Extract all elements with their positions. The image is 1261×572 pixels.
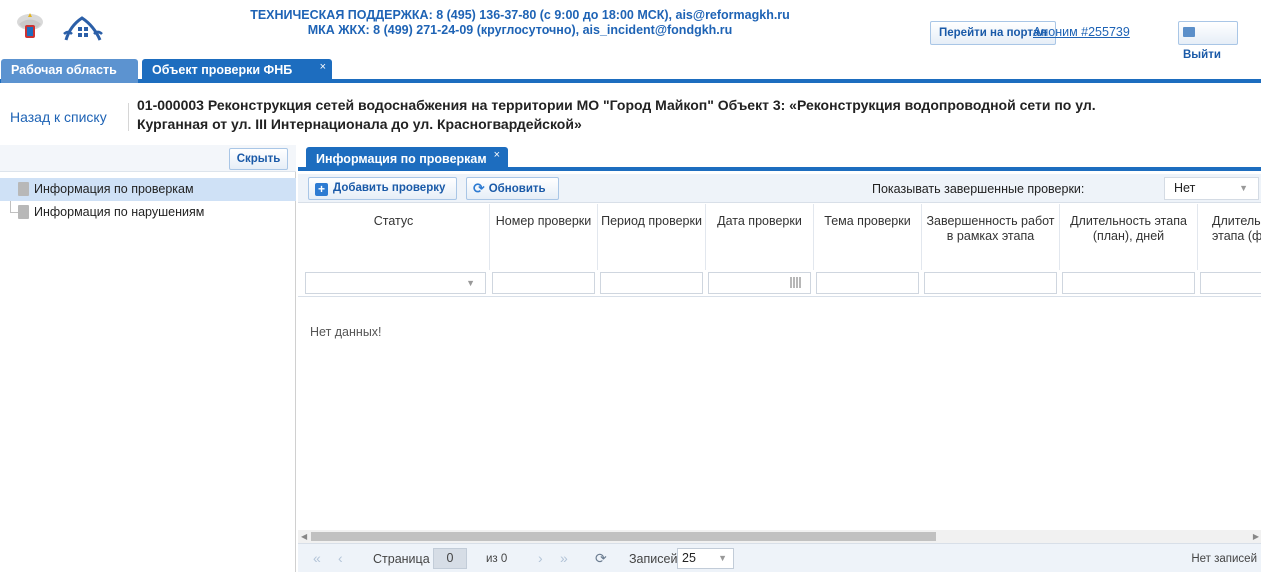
first-page-icon[interactable]: «	[313, 550, 321, 566]
user-link[interactable]: Аноним #255739	[1033, 25, 1130, 39]
workspace-tabs: Рабочая область Объект проверки ФНБ ×	[0, 59, 1261, 83]
content-tabs: Информация по проверкам ×	[298, 145, 1261, 171]
next-page-icon[interactable]: ›	[538, 550, 543, 566]
object-title-line-1: 01-000003 Реконструкция сетей водоснабже…	[137, 97, 1096, 113]
close-icon[interactable]: ×	[320, 56, 326, 78]
tab-inspections-info-label: Информация по проверкам	[316, 152, 487, 166]
refresh-label: Обновить	[488, 183, 546, 195]
scroll-left-icon[interactable]: ◀	[301, 530, 307, 543]
records-per-page-value: 25	[682, 551, 696, 565]
tree-item-label: Информация по нарушениям	[34, 205, 205, 219]
chevron-down-icon: ▼	[718, 553, 727, 563]
tree-item-inspections[interactable]: Информация по проверкам	[0, 178, 296, 201]
column-header-completion[interactable]: Завершенность работ в рамках этапа	[922, 204, 1060, 270]
refresh-icon: ⟳	[473, 180, 485, 196]
document-icon	[18, 205, 29, 219]
page-label: Страница	[373, 552, 430, 566]
tab-inspections-info[interactable]: Информация по проверкам ×	[306, 147, 508, 171]
back-to-list-link[interactable]: Назад к списку	[10, 109, 107, 125]
column-header-status[interactable]: Статус	[298, 204, 490, 270]
last-page-icon[interactable]: »	[560, 550, 568, 566]
grid-toolbar: + Добавить проверку ⟳ Обновить Показывать …	[298, 174, 1261, 203]
object-title: 01-000003 Реконструкция сетей водоснабже…	[137, 96, 1247, 134]
hide-panel-button[interactable]: Скрыть	[229, 148, 288, 170]
support-contacts: ТЕХНИЧЕСКАЯ ПОДДЕРЖКА: 8 (495) 136-37-80…	[180, 8, 860, 38]
period-filter-input[interactable]	[600, 272, 703, 294]
tree-panel-header: Скрыть	[0, 145, 296, 172]
object-header: Назад к списку 01-000003 Реконструкция с…	[0, 87, 1261, 143]
page-count: из 0	[486, 553, 508, 565]
reload-icon[interactable]: ⟳	[595, 550, 607, 567]
support-line-2: МКА ЖКХ: 8 (499) 271-24-09 (круглосуточн…	[307, 23, 733, 37]
divider	[128, 103, 129, 131]
number-filter-input[interactable]	[492, 272, 595, 294]
tab-workspace[interactable]: Рабочая область	[1, 59, 138, 83]
tab-fnb-object[interactable]: Объект проверки ФНБ ×	[142, 59, 332, 83]
close-icon[interactable]: ×	[494, 143, 500, 167]
calendar-icon[interactable]	[790, 277, 802, 288]
show-completed-label: Показывать завершенные проверки:	[872, 182, 1085, 196]
status-filter-select[interactable]: ▼	[305, 272, 486, 294]
show-completed-select[interactable]: Нет ▼	[1164, 177, 1259, 200]
housing-fund-logo	[63, 16, 103, 41]
grid-header: Статус Номер проверки Период проверки Да…	[298, 204, 1261, 297]
pagination-bar: « ‹ Страница 0 из 0 › » ⟳ Записей: 25 ▼ …	[298, 543, 1261, 572]
records-per-page-select[interactable]: 25 ▼	[677, 548, 734, 569]
scroll-right-icon[interactable]: ▶	[1253, 530, 1259, 543]
tree-item-label: Информация по проверкам	[34, 182, 194, 196]
refresh-button[interactable]: ⟳ Обновить	[466, 177, 559, 200]
duration-plan-filter-input[interactable]	[1062, 272, 1195, 294]
add-inspection-label: Добавить проверку	[333, 182, 446, 194]
top-header: ТЕХНИЧЕСКАЯ ПОДДЕРЖКА: 8 (495) 136-37-80…	[0, 0, 1261, 61]
page-number-input[interactable]: 0	[433, 548, 467, 569]
column-header-number[interactable]: Номер проверки	[490, 204, 598, 270]
plus-icon: +	[315, 183, 328, 196]
horizontal-scrollbar[interactable]: ◀ ▶	[298, 530, 1261, 543]
scrollbar-thumb[interactable]	[311, 532, 936, 541]
column-header-period[interactable]: Период проверки	[598, 204, 706, 270]
topic-filter-input[interactable]	[816, 272, 919, 294]
column-header-topic[interactable]: Тема проверки	[814, 204, 922, 270]
logout-button[interactable]: Выйти	[1178, 21, 1238, 61]
object-title-line-2: Курганная от ул. III Интернационала до у…	[137, 116, 582, 132]
document-icon	[18, 182, 29, 196]
records-per-page-label: Записей:	[629, 552, 681, 566]
add-inspection-button[interactable]: + Добавить проверку	[308, 177, 457, 200]
support-line-1: ТЕХНИЧЕСКАЯ ПОДДЕРЖКА: 8 (495) 136-37-80…	[250, 8, 790, 22]
tab-workspace-label: Рабочая область	[11, 63, 117, 77]
duration-fact-filter-input[interactable]	[1200, 272, 1261, 294]
empty-grid-message: Нет данных!	[310, 325, 382, 339]
prev-page-icon[interactable]: ‹	[338, 550, 343, 566]
column-header-duration-fact[interactable]: Длительность этапа (ф	[1198, 204, 1261, 270]
column-header-date[interactable]: Дата проверки	[706, 204, 814, 270]
completion-filter-input[interactable]	[924, 272, 1057, 294]
tree-item-violations[interactable]: Информация по нарушениям	[0, 201, 296, 224]
tab-fnb-object-label: Объект проверки ФНБ	[152, 63, 293, 77]
emblem-logo	[17, 13, 43, 38]
navigation-tree-panel: Скрыть Информация по проверкам Информаци…	[0, 145, 296, 572]
show-completed-value: Нет	[1174, 181, 1196, 195]
chevron-down-icon: ▼	[466, 278, 475, 288]
records-status: Нет записей	[1191, 553, 1257, 565]
column-header-duration-plan[interactable]: Длительность этапа (план), дней	[1060, 204, 1198, 270]
logout-icon	[1183, 27, 1195, 37]
date-filter-input[interactable]	[708, 272, 811, 294]
chevron-down-icon: ▼	[1239, 183, 1248, 193]
